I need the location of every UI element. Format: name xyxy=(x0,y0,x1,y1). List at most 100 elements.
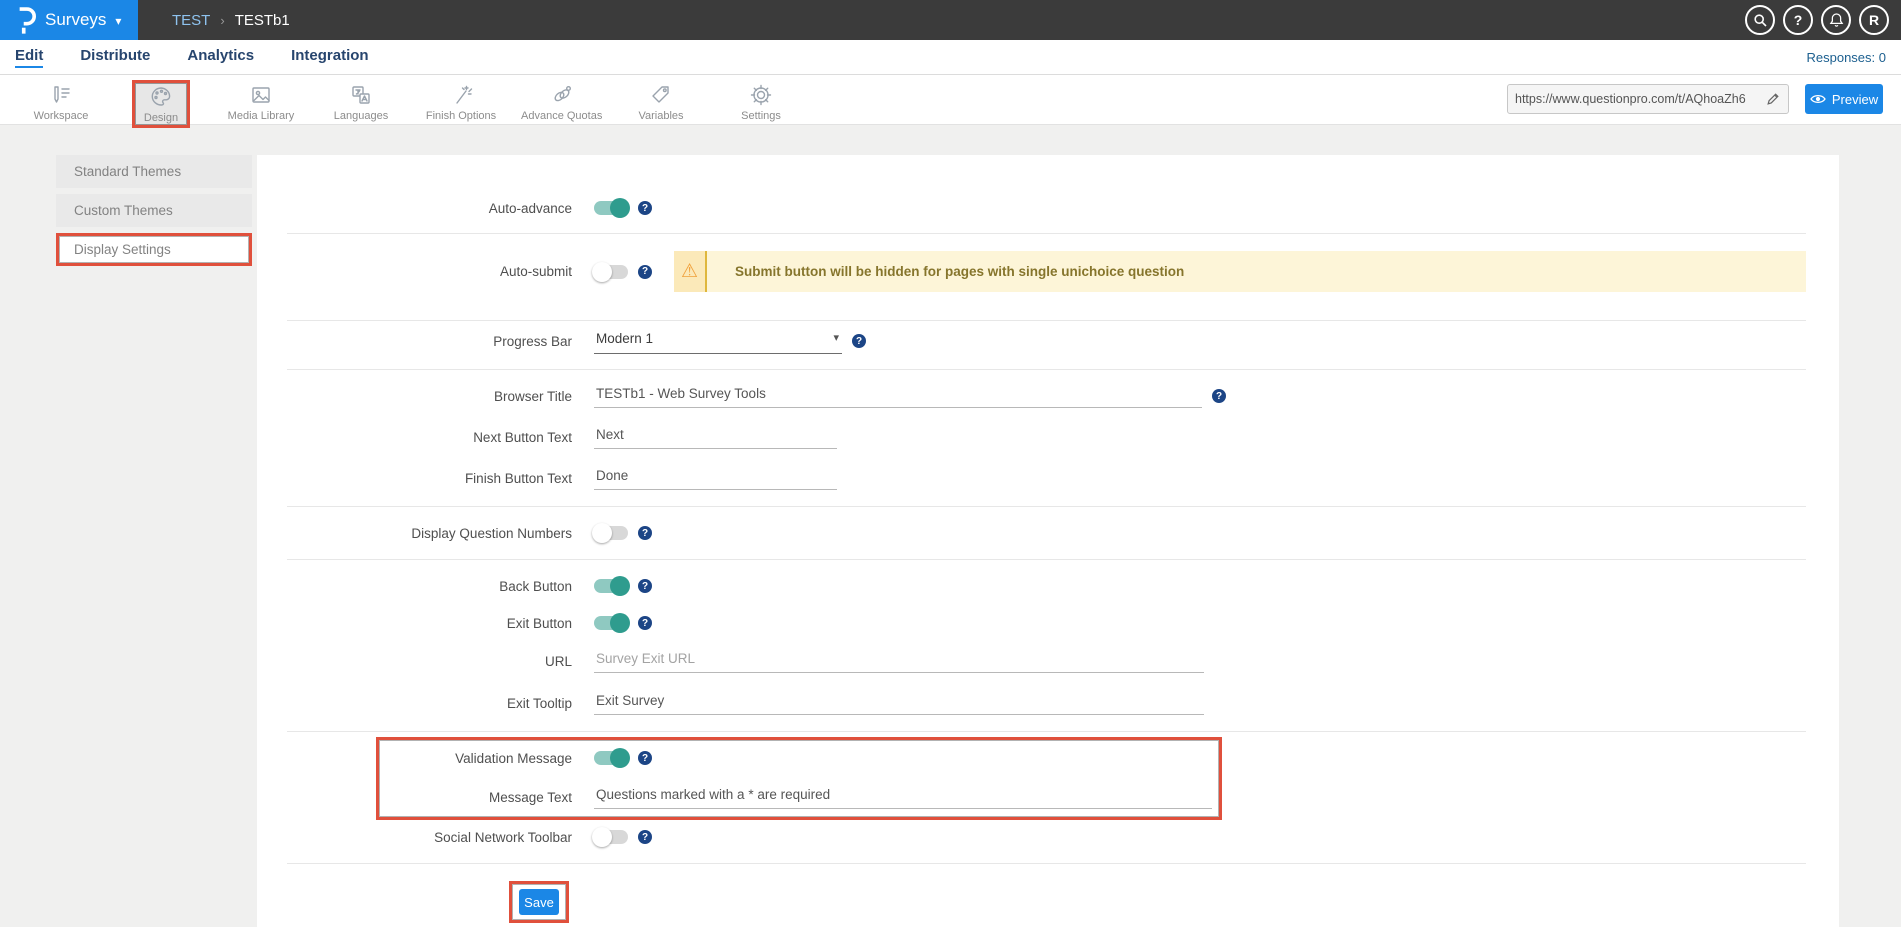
next-button-text-input[interactable] xyxy=(594,425,837,449)
edit-url-button[interactable] xyxy=(1758,85,1788,113)
display-question-numbers-toggle[interactable] xyxy=(594,526,628,540)
warning-stripe: ⚠ xyxy=(674,251,707,292)
notifications-button[interactable] xyxy=(1821,5,1851,35)
auto-submit-help-icon[interactable] xyxy=(638,265,652,279)
divider xyxy=(287,369,1806,370)
tab-integration[interactable]: Integration xyxy=(291,47,369,68)
avatar-initial: R xyxy=(1869,12,1879,28)
save-annotation-box: Save xyxy=(509,881,569,923)
warning-triangle-icon: ⚠ xyxy=(681,262,698,281)
tab-analytics[interactable]: Analytics xyxy=(187,47,254,68)
progress-bar-select[interactable]: Modern 1 xyxy=(594,329,842,354)
display-question-numbers-label: Display Question Numbers xyxy=(257,526,572,541)
divider xyxy=(287,233,1806,234)
exit-button-toggle[interactable] xyxy=(594,616,628,630)
validation-message-toggle[interactable] xyxy=(594,751,628,765)
save-button[interactable]: Save xyxy=(519,889,559,915)
advance-quotas-chain-icon xyxy=(521,83,602,107)
avatar[interactable]: R xyxy=(1859,5,1889,35)
sidebar-item-standard-themes[interactable]: Standard Themes xyxy=(56,155,252,188)
divider xyxy=(287,559,1806,560)
breadcrumb-parent[interactable]: TEST xyxy=(172,12,210,29)
browser-title-help-icon[interactable] xyxy=(1212,389,1226,403)
auto-submit-warning: ⚠ Submit button will be hidden for pages… xyxy=(674,251,1806,292)
settings-gear-icon xyxy=(741,83,781,107)
toolbar-item-advance-quotas[interactable]: Advance Quotas xyxy=(511,75,611,124)
questionpro-logo-icon xyxy=(16,6,36,34)
auto-submit-row: Auto-submit ⚠ Submit button will be hidd… xyxy=(257,251,1839,292)
share-url-box xyxy=(1507,84,1789,114)
exit-button-help-icon[interactable] xyxy=(638,616,652,630)
back-button-toggle[interactable] xyxy=(594,579,628,593)
auto-advance-toggle[interactable] xyxy=(594,201,628,215)
toolbar-item-workspace[interactable]: Workspace xyxy=(11,75,111,124)
search-icon xyxy=(1752,12,1768,28)
breadcrumb-current: TESTb1 xyxy=(235,12,290,29)
validation-message-help-icon[interactable] xyxy=(638,751,652,765)
bell-icon xyxy=(1829,12,1844,28)
design-palette-icon xyxy=(144,85,178,109)
finish-button-text-input[interactable] xyxy=(594,466,837,490)
browser-title-label: Browser Title xyxy=(257,389,572,404)
tab-distribute[interactable]: Distribute xyxy=(80,47,150,68)
breadcrumb: TEST › TESTb1 xyxy=(172,12,290,29)
top-bar: Surveys TEST › TESTb1 ? R xyxy=(0,0,1901,40)
sidebar-item-custom-themes[interactable]: Custom Themes xyxy=(56,194,252,227)
sidebar-item-display-settings[interactable]: Display Settings xyxy=(56,233,252,266)
exit-tooltip-input[interactable] xyxy=(594,691,1204,715)
progress-bar-help-icon[interactable] xyxy=(852,334,866,348)
auto-submit-toggle[interactable] xyxy=(594,265,628,279)
toolbar-item-media-library[interactable]: Media Library xyxy=(211,75,311,124)
divider xyxy=(287,731,1806,732)
toolbar-item-design[interactable]: Design xyxy=(111,75,211,128)
social-network-toolbar-help-icon[interactable] xyxy=(638,830,652,844)
toolbar-item-finish-options[interactable]: Finish Options xyxy=(411,75,511,124)
browser-title-input[interactable] xyxy=(594,384,1202,408)
toolbar-item-settings[interactable]: Settings xyxy=(711,75,811,124)
toolbar-item-variables[interactable]: Variables xyxy=(611,75,711,124)
tab-edit[interactable]: Edit xyxy=(15,47,43,68)
browser-title-row: Browser Title xyxy=(257,376,1839,416)
exit-url-input[interactable] xyxy=(594,649,1204,673)
progress-bar-row: Progress Bar Modern 1 xyxy=(257,321,1839,361)
auto-advance-row: Auto-advance xyxy=(257,191,1839,225)
auto-advance-help-icon[interactable] xyxy=(638,201,652,215)
exit-url-row: URL xyxy=(257,641,1839,681)
social-network-toolbar-toggle[interactable] xyxy=(594,830,628,844)
auto-submit-label: Auto-submit xyxy=(257,264,572,279)
share-url-input[interactable] xyxy=(1508,92,1758,106)
preview-button[interactable]: Preview xyxy=(1805,84,1883,114)
message-text-row: Message Text xyxy=(379,777,1219,817)
toolbar-item-languages[interactable]: Languages xyxy=(311,75,411,124)
responses-count[interactable]: Responses: 0 xyxy=(1807,50,1887,65)
exit-tooltip-label: Exit Tooltip xyxy=(257,696,572,711)
next-button-text-label: Next Button Text xyxy=(257,430,572,445)
edit-toolbar: Workspace Design Media Library Languages xyxy=(0,75,1901,125)
languages-icon xyxy=(334,83,388,107)
chevron-down-icon xyxy=(115,14,121,28)
display-settings-panel: Auto-advance Auto-submit ⚠ Submit button… xyxy=(257,155,1839,927)
search-button[interactable] xyxy=(1745,5,1775,35)
exit-tooltip-row: Exit Tooltip xyxy=(257,683,1839,723)
back-button-label: Back Button xyxy=(257,579,572,594)
display-question-numbers-help-icon[interactable] xyxy=(638,526,652,540)
exit-button-label: Exit Button xyxy=(257,616,572,631)
media-library-icon xyxy=(228,83,295,107)
social-network-toolbar-row: Social Network Toolbar xyxy=(257,820,1839,854)
validation-message-section: Validation Message Message Text xyxy=(376,737,1222,820)
surveys-menu[interactable]: Surveys xyxy=(0,0,138,40)
survey-nav: Edit Distribute Analytics Integration Re… xyxy=(0,40,1901,75)
pencil-icon xyxy=(1766,92,1780,106)
variables-tag-icon xyxy=(638,83,683,107)
divider xyxy=(287,506,1806,507)
question-mark-icon: ? xyxy=(1794,12,1803,28)
message-text-input[interactable] xyxy=(594,785,1212,809)
validation-message-label: Validation Message xyxy=(379,751,572,766)
design-sidebar: Standard Themes Custom Themes Display Se… xyxy=(56,155,252,272)
workspace-icon xyxy=(34,83,89,107)
eye-icon xyxy=(1810,93,1826,105)
auto-advance-label: Auto-advance xyxy=(257,201,572,216)
progress-bar-label: Progress Bar xyxy=(257,334,572,349)
help-button[interactable]: ? xyxy=(1783,5,1813,35)
back-button-help-icon[interactable] xyxy=(638,579,652,593)
